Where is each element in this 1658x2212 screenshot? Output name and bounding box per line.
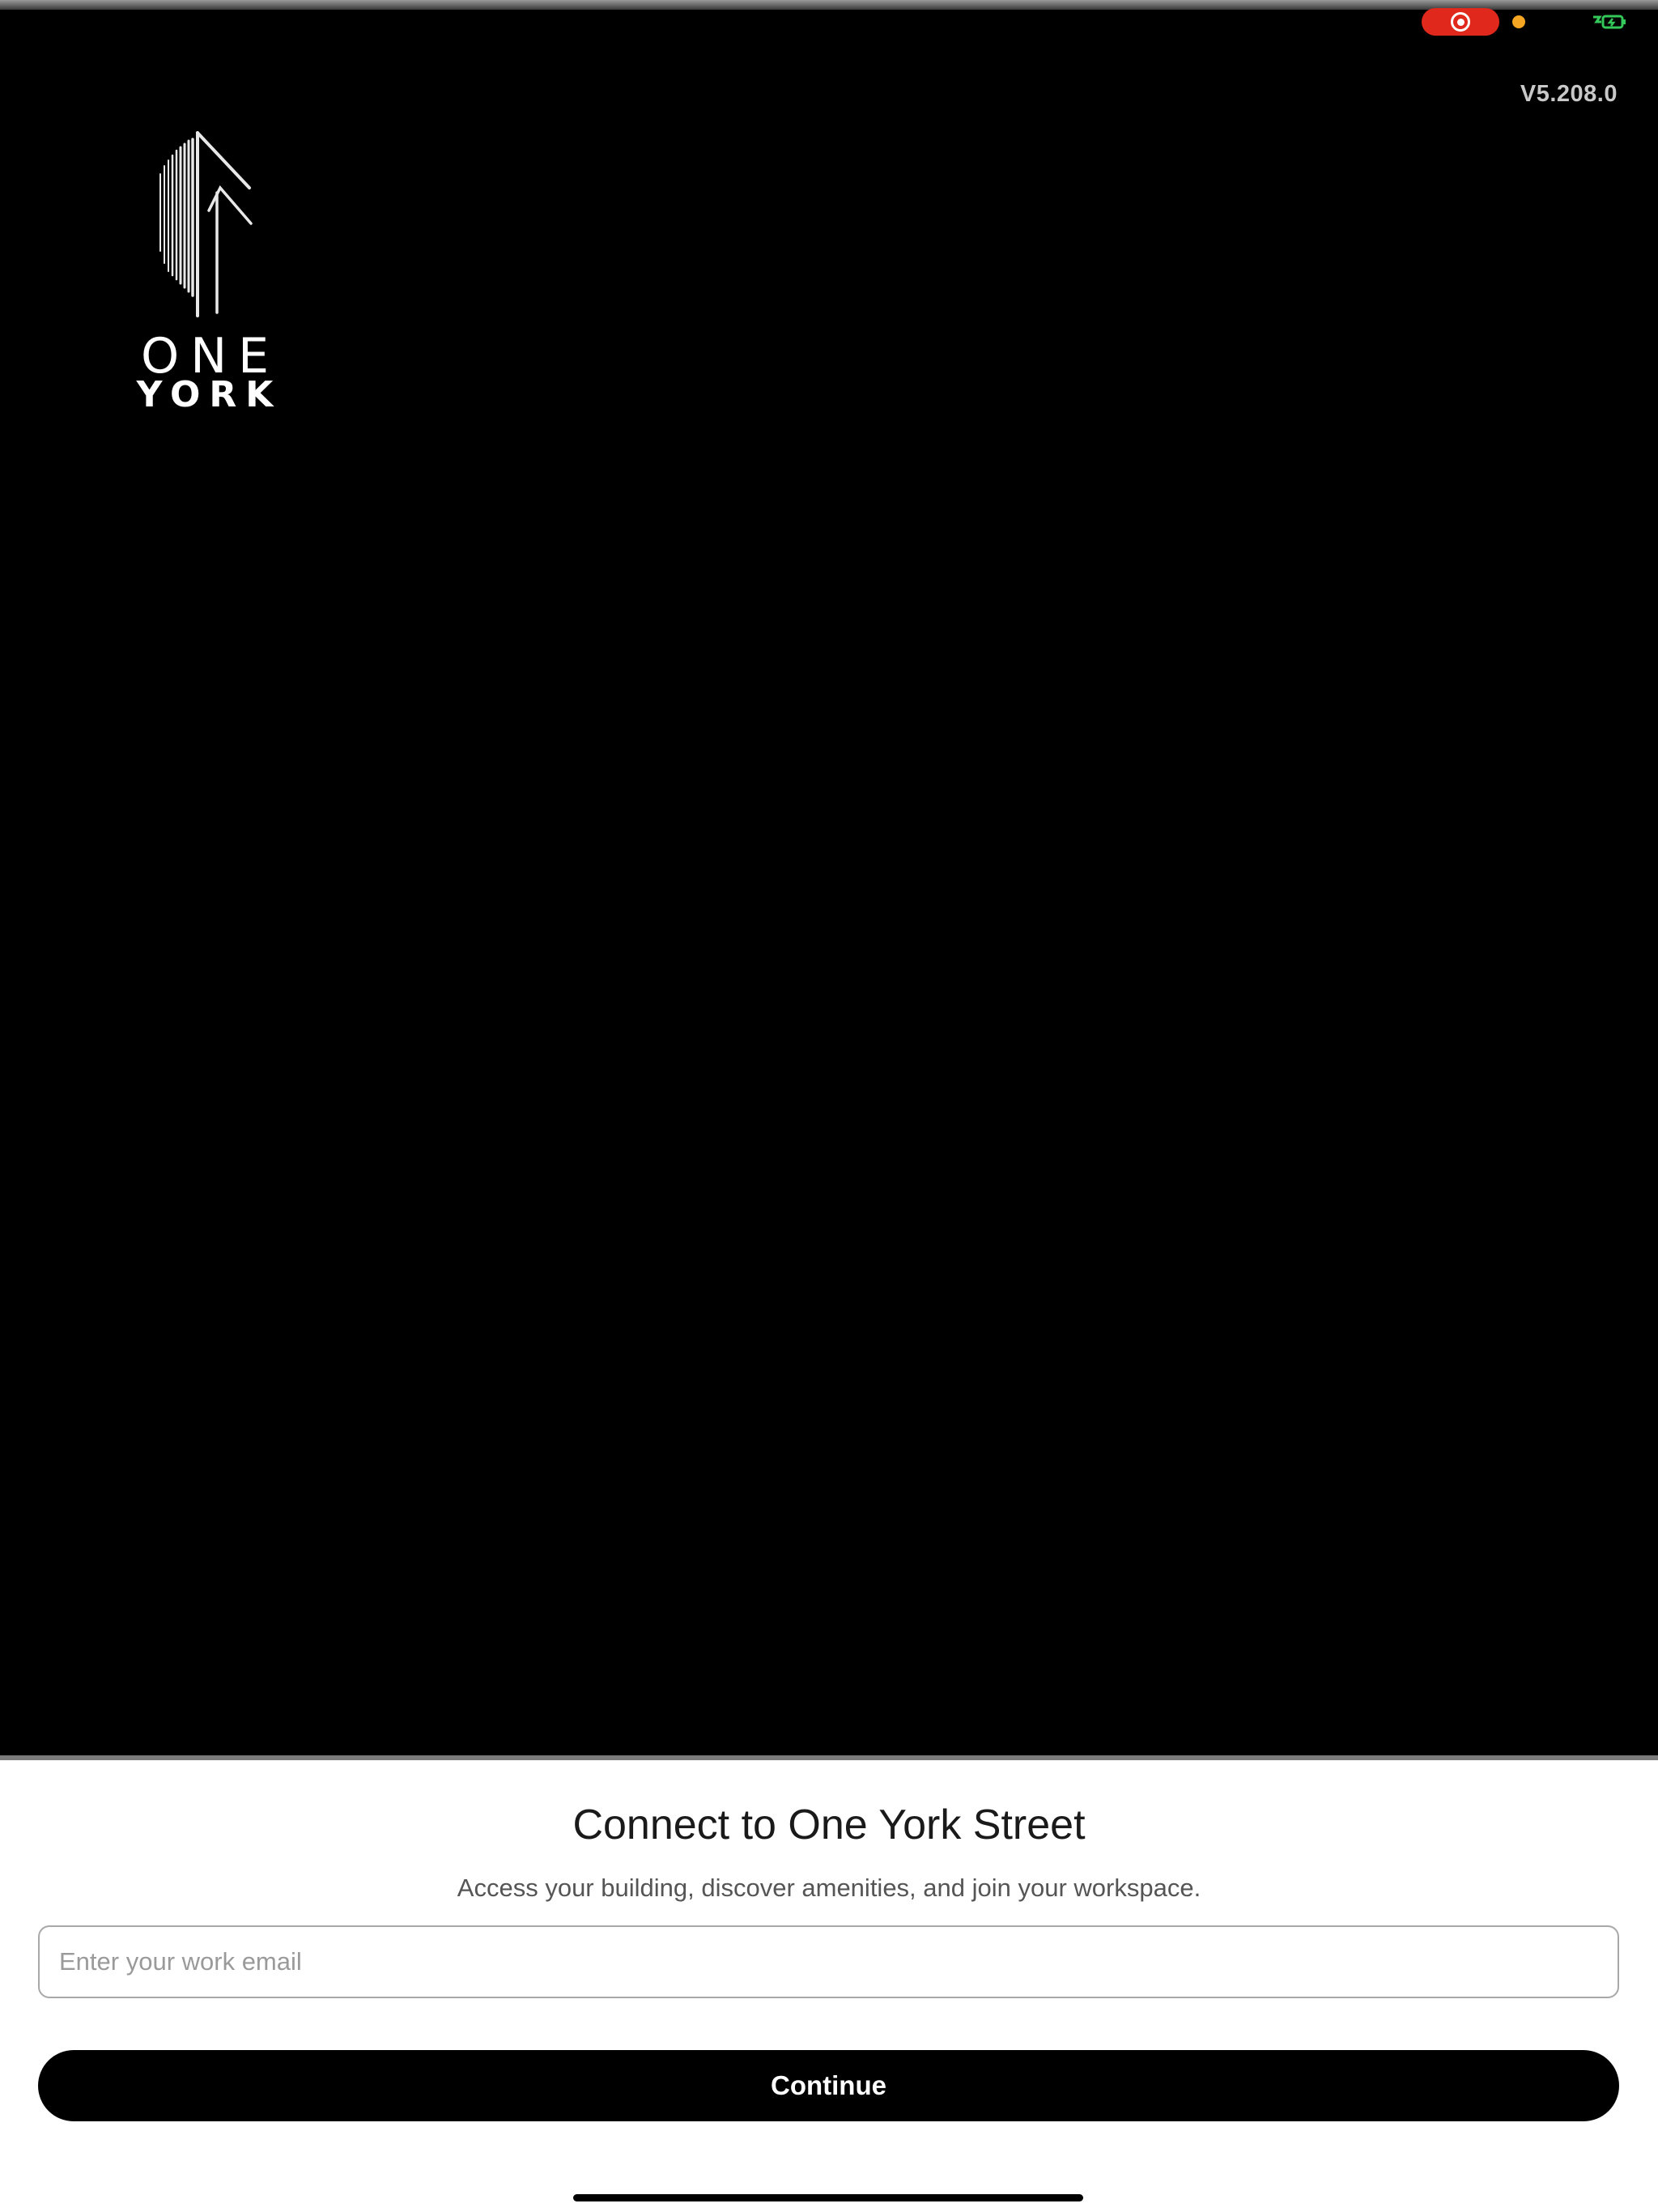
signin-sheet: Connect to One York Street Access your b… — [0, 1755, 1658, 2212]
logo-text-york: YORK — [136, 374, 283, 415]
signin-subtitle: Access your building, discover amenities… — [457, 1874, 1201, 1902]
continue-button[interactable]: Continue — [38, 2050, 1619, 2121]
one-york-logo: ONE YORK — [120, 130, 290, 421]
work-email-input[interactable] — [38, 1925, 1619, 1998]
app-version-label: V5.208.0 — [1520, 81, 1618, 107]
skyscraper-arrow-icon — [159, 131, 253, 317]
home-indicator[interactable] — [573, 2194, 1083, 2201]
status-bar — [1422, 8, 1627, 36]
device-top-edge — [0, 0, 1658, 10]
mic-indicator-dot — [1512, 15, 1525, 28]
app-screen: V5.208.0 ONE YORK Connect to One York St… — [0, 0, 1658, 2212]
screen-record-icon — [1451, 12, 1470, 32]
battery-charging-icon — [1593, 15, 1626, 29]
signin-title: Connect to One York Street — [572, 1802, 1086, 1848]
screen-record-indicator[interactable] — [1422, 8, 1499, 36]
